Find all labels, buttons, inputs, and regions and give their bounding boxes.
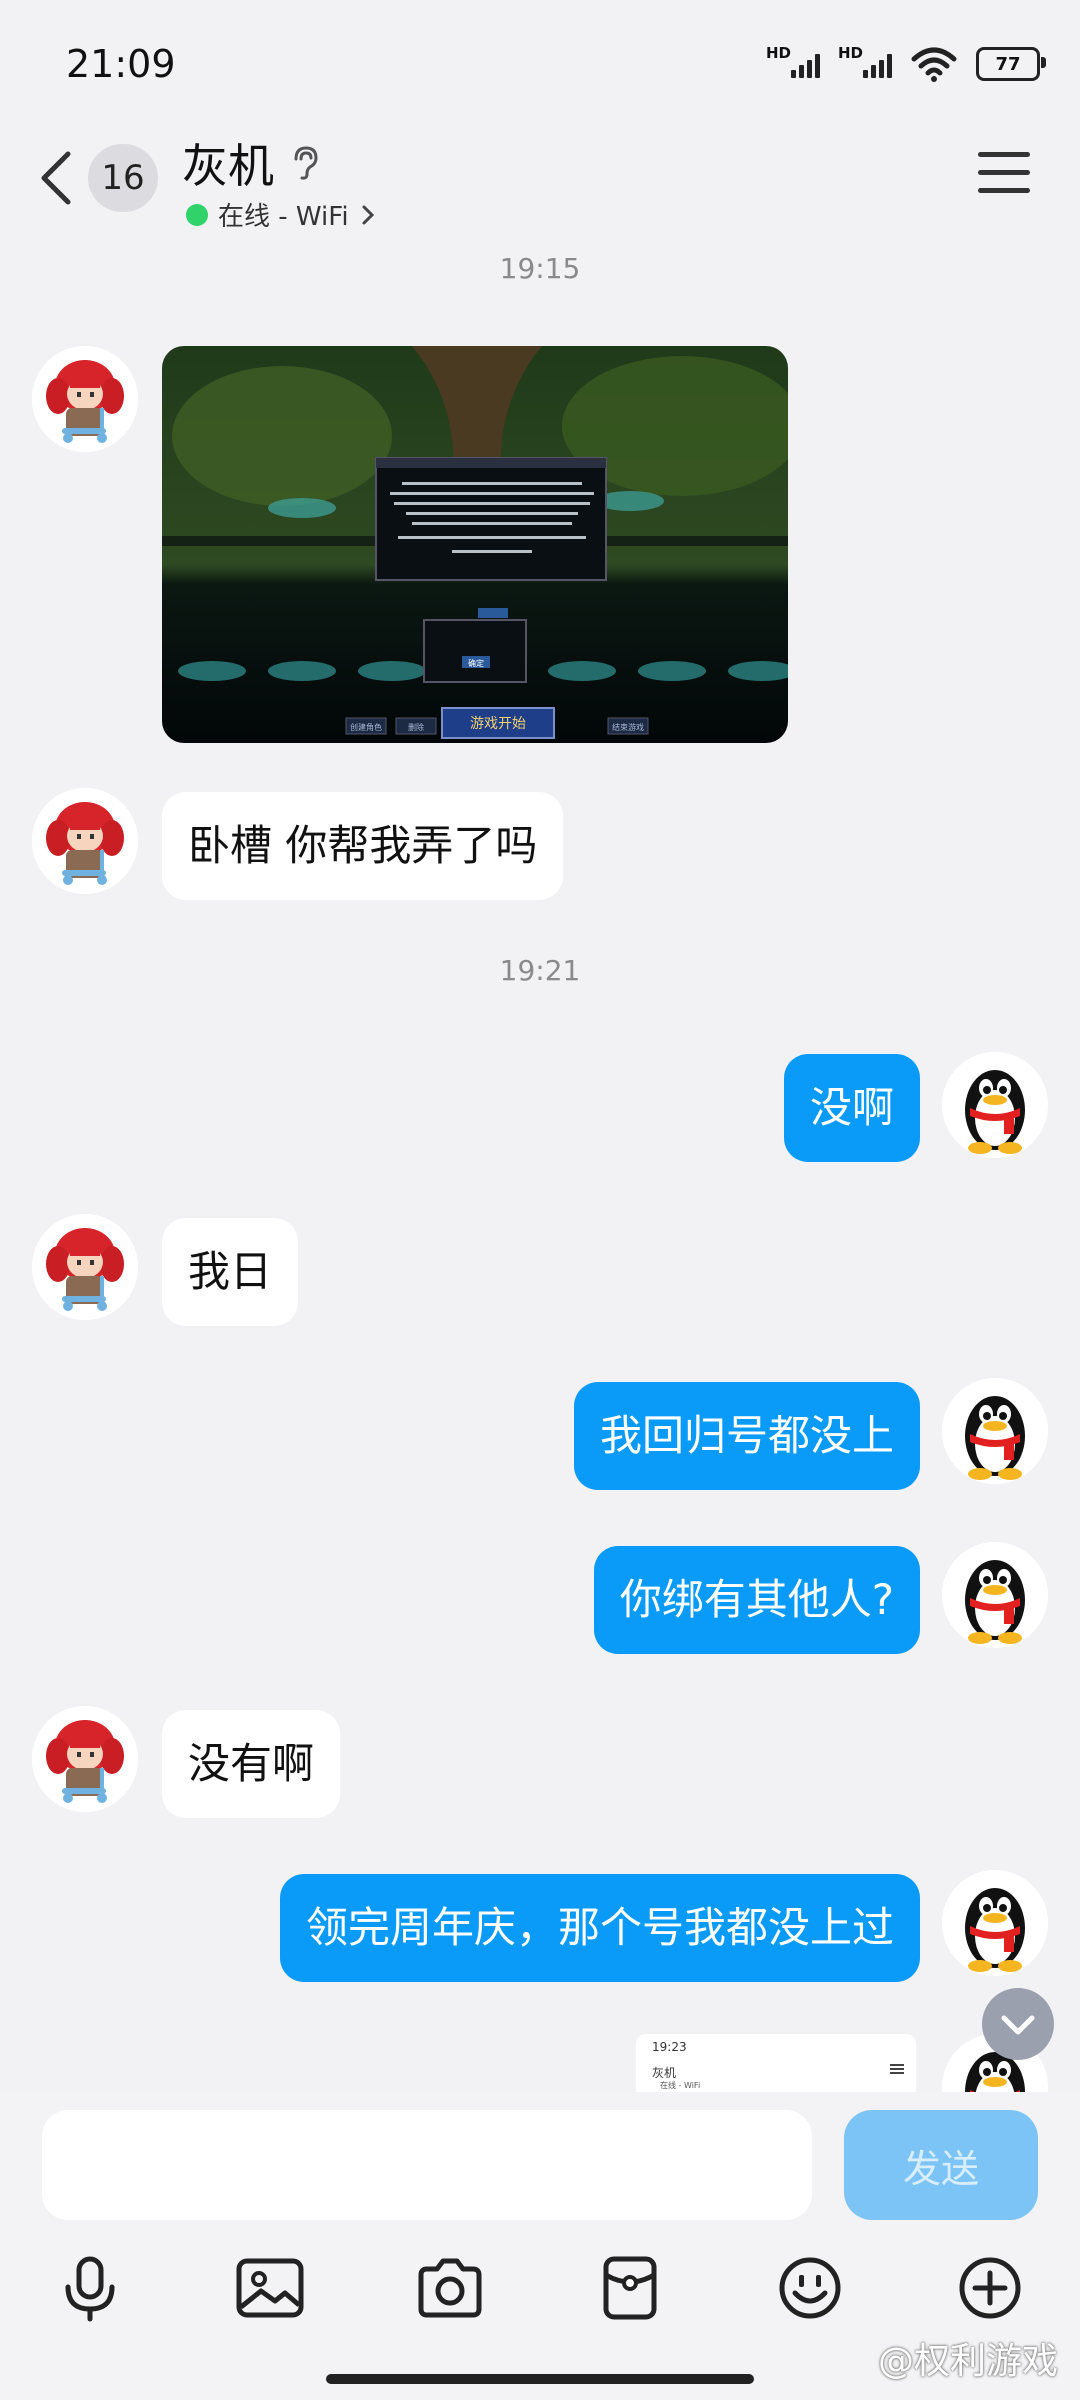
- signal-icon: HD: [766, 44, 820, 84]
- contact-avatar[interactable]: [32, 346, 138, 452]
- emoji-button[interactable]: [770, 2248, 850, 2328]
- voice-button[interactable]: [50, 2248, 130, 2328]
- photo-button[interactable]: [230, 2248, 310, 2328]
- plus-circle-icon: [959, 2257, 1021, 2319]
- signal-icon: HD: [838, 44, 892, 84]
- message-bubble-outgoing[interactable]: 没啊: [783, 1054, 920, 1162]
- message-bubble-outgoing[interactable]: 你绑有其他人?: [593, 1546, 920, 1654]
- self-avatar[interactable]: [942, 1542, 1048, 1648]
- message-bubble-outgoing[interactable]: 我回归号都没上: [573, 1382, 920, 1490]
- game-start-label: 游戏开始: [470, 716, 526, 732]
- contact-avatar[interactable]: [32, 788, 138, 894]
- microphone-icon: [65, 2256, 115, 2322]
- self-avatar[interactable]: [942, 1870, 1048, 1976]
- message-input[interactable]: [42, 2110, 812, 2220]
- back-arrow-icon[interactable]: [36, 148, 76, 208]
- image-message[interactable]: 确定 创建角色 删除 结束游戏 游戏开始: [162, 346, 788, 743]
- watermark: @权利游戏: [877, 2341, 1058, 2382]
- composer-toolbar: [0, 2248, 1080, 2328]
- red-packet-button[interactable]: [590, 2248, 670, 2328]
- contact-avatar[interactable]: [32, 1706, 138, 1812]
- game-screenshot-image: 确定 创建角色 删除 结束游戏 游戏开始: [162, 346, 788, 743]
- message-bubble-incoming[interactable]: 卧槽 你帮我弄了吗: [162, 792, 564, 900]
- wifi-icon: [911, 47, 957, 82]
- game-button-label: 删除: [408, 722, 424, 732]
- camera-icon: [418, 2258, 482, 2318]
- contact-avatar[interactable]: [32, 1214, 138, 1320]
- game-button-label: 结束游戏: [612, 722, 644, 732]
- online-dot-icon: [186, 203, 208, 226]
- camera-button[interactable]: [410, 2248, 490, 2328]
- timestamp: 19:21: [499, 954, 581, 987]
- emoji-icon: [779, 2257, 841, 2319]
- timestamp: 19:15: [499, 252, 581, 285]
- more-button[interactable]: [950, 2248, 1030, 2328]
- send-button[interactable]: 发送: [844, 2110, 1038, 2220]
- self-avatar[interactable]: [942, 1052, 1048, 1158]
- battery-icon: 77: [976, 47, 1046, 81]
- ear-icon: [294, 146, 318, 180]
- home-indicator[interactable]: [326, 2374, 754, 2384]
- unread-count-badge[interactable]: 16: [88, 144, 158, 212]
- red-packet-icon: [603, 2256, 657, 2320]
- preview-menu-icon: [890, 2064, 904, 2066]
- contact-name[interactable]: 灰机: [182, 130, 320, 196]
- online-status[interactable]: 在线 - WiFi: [186, 196, 377, 233]
- image-icon: [236, 2258, 304, 2318]
- game-button-label: 创建角色: [350, 722, 382, 732]
- message-bubble-outgoing[interactable]: 领完周年庆，那个号我都没上过: [279, 1874, 920, 1982]
- chevron-right-icon: [362, 205, 374, 224]
- message-bubble-incoming[interactable]: 没有啊: [162, 1710, 341, 1818]
- status-time: 21:09: [66, 42, 176, 86]
- dialog-ok-label: 确定: [468, 658, 484, 668]
- menu-icon[interactable]: [978, 152, 1030, 198]
- status-icons: HD HD 77: [766, 44, 1046, 84]
- image-message-preview[interactable]: 19:23 灰机 在线 - WiFi: [636, 2034, 916, 2094]
- chevron-down-icon: [1001, 2015, 1035, 2035]
- self-avatar[interactable]: [942, 1378, 1048, 1484]
- preview-name: 灰机: [652, 2066, 677, 2080]
- preview-status: 在线 - WiFi: [660, 2081, 701, 2090]
- preview-time: 19:23: [652, 2040, 687, 2054]
- scroll-to-bottom-button[interactable]: [982, 1988, 1054, 2060]
- message-bubble-incoming[interactable]: 我日: [162, 1218, 299, 1326]
